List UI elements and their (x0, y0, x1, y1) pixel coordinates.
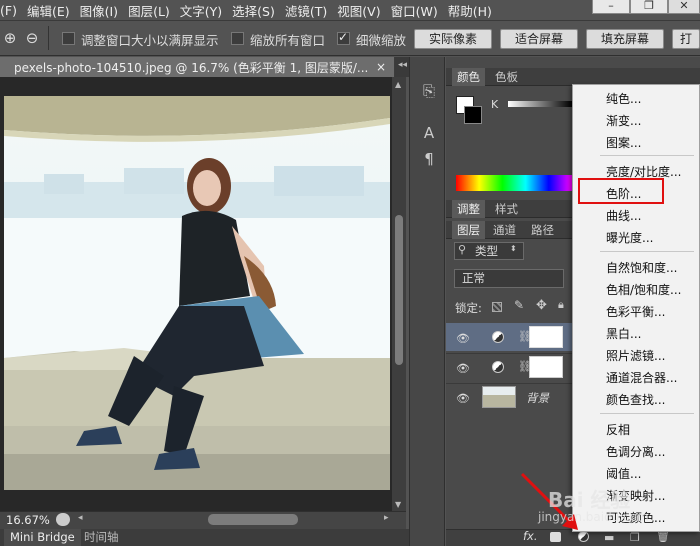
search-icon: ⚲ (458, 243, 467, 256)
layer-mask-thumb[interactable] (529, 326, 563, 348)
scrubby-zoom-checkbox[interactable] (337, 30, 350, 45)
horizontal-scroll-thumb[interactable] (208, 514, 298, 525)
scroll-up-icon[interactable]: ▲ (395, 80, 401, 89)
menu-filter[interactable]: 滤镜(T) (285, 1, 337, 20)
layer-mask-thumb[interactable] (529, 356, 563, 378)
eye-icon[interactable]: 👁︎ (456, 392, 472, 405)
close-window-button[interactable]: ✕ (668, 0, 700, 14)
color-channel-label: K (491, 98, 499, 111)
eye-icon[interactable]: 👁︎ (456, 362, 472, 375)
menu-item-invert[interactable]: 反相 (606, 421, 630, 438)
status-info-icon[interactable] (56, 513, 70, 526)
menu-item-channel-mixer[interactable]: 通道混合器... (606, 369, 677, 386)
tab-color[interactable]: 颜色 (452, 68, 485, 86)
menu-image[interactable]: 图像(I) (80, 1, 128, 20)
menu-view[interactable]: 视图(V) (337, 1, 390, 20)
document-photo[interactable] (4, 96, 390, 490)
paragraph-icon[interactable]: ¶ (418, 148, 440, 170)
actual-pixels-button[interactable]: 实际像素 (414, 29, 492, 49)
menu-item-color-lookup[interactable]: 颜色查找... (606, 391, 665, 408)
menu-separator (600, 251, 694, 252)
folder-icon[interactable]: ▬ (604, 531, 614, 544)
zoom-level[interactable]: 16.67% (6, 513, 50, 527)
layer-thumbnail (482, 386, 516, 408)
lock-paint-icon[interactable]: ✎ (514, 298, 524, 312)
bottom-panel-tabs: Mini Bridge 时间轴 (0, 529, 445, 546)
watermark-url: jingyan.baidu.com (538, 510, 649, 524)
tab-paths[interactable]: 路径 (526, 221, 559, 239)
lock-move-icon[interactable]: ✥ (536, 298, 547, 313)
lock-all-icon[interactable]: 🔒︎ (558, 298, 564, 312)
document-close-button[interactable]: × (376, 57, 392, 77)
chevron-down-icon: ⬍ (510, 244, 517, 253)
filter-kind-value: 类型 (475, 244, 498, 258)
tab-layers[interactable]: 图层 (452, 221, 485, 239)
collapse-panels-icon[interactable]: ◂◂ (398, 60, 407, 70)
menu-type[interactable]: 文字(Y) (180, 1, 232, 20)
print-size-button[interactable]: 打 (672, 29, 700, 49)
menu-item-threshold[interactable]: 阈值... (606, 465, 641, 482)
document-title: pexels-photo-104510.jpeg @ 16.7% (色彩平衡 1… (14, 61, 369, 75)
menu-item-posterize[interactable]: 色调分离... (606, 443, 665, 460)
minimize-button[interactable]: – (592, 0, 630, 14)
blend-mode-select[interactable]: 正常 (454, 269, 564, 288)
adjustment-layer-icon (492, 361, 504, 373)
menu-item-photo-filter[interactable]: 照片滤镜... (606, 347, 665, 364)
fit-screen-button[interactable]: 适合屏幕 (500, 29, 578, 49)
menu-layer[interactable]: 图层(L) (128, 1, 180, 20)
menu-item-color-balance[interactable]: 色彩平衡... (606, 303, 665, 320)
maximize-button[interactable]: ❐ (630, 0, 668, 14)
fill-screen-button[interactable]: 填充屏幕 (586, 29, 664, 49)
highlight-box (578, 178, 664, 204)
lock-transparent-icon[interactable] (492, 302, 502, 312)
tab-swatches[interactable]: 色板 (490, 68, 523, 86)
tab-timeline[interactable]: 时间轴 (78, 529, 125, 546)
vertical-scroll-thumb[interactable] (395, 215, 403, 365)
resize-window-checkbox[interactable] (62, 32, 75, 45)
zoom-out-icon[interactable]: ⊖ (22, 28, 42, 48)
menu-item-exposure[interactable]: 曝光度... (606, 229, 653, 246)
new-layer-icon[interactable]: ❐ (630, 531, 640, 544)
scroll-right-icon[interactable]: ▸ (384, 513, 389, 523)
menu-item-gradient[interactable]: 渐变... (606, 112, 641, 129)
menu-edit[interactable]: 编辑(E) (27, 1, 80, 20)
menu-help[interactable]: 帮助(H) (448, 1, 502, 20)
zoom-all-label: 缩放所有窗口 (250, 33, 326, 48)
zoom-all-checkbox[interactable] (231, 32, 244, 45)
zoom-in-icon[interactable]: ⊕ (0, 28, 20, 48)
history-icon[interactable]: ⎘ (418, 80, 440, 102)
scroll-left-icon[interactable]: ◂ (78, 513, 83, 523)
menu-item-solid-color[interactable]: 纯色... (606, 90, 641, 107)
menu-item-pattern[interactable]: 图案... (606, 134, 641, 151)
document-tab[interactable]: pexels-photo-104510.jpeg @ 16.7% (色彩平衡 1… (0, 57, 395, 77)
blend-mode-value: 正常 (462, 271, 485, 285)
scroll-down-icon[interactable]: ▼ (395, 500, 401, 509)
watermark-logo: Bai 经验 (548, 488, 631, 512)
tab-styles[interactable]: 样式 (490, 200, 523, 218)
background-swatch[interactable] (464, 106, 482, 124)
menu-window[interactable]: 窗口(W) (391, 1, 448, 20)
menu-item-black-white[interactable]: 黑白... (606, 325, 641, 342)
resize-window-label: 调整窗口大小以满屏显示 (81, 33, 219, 48)
menu-item-curves[interactable]: 曲线... (606, 207, 641, 224)
layer-name: 背景 (526, 391, 549, 405)
tab-mini-bridge[interactable]: Mini Bridge (4, 529, 81, 546)
menu-select[interactable]: 选择(S) (232, 1, 285, 20)
menu-separator (600, 155, 694, 156)
menu-separator (600, 413, 694, 414)
menu-item-vibrance[interactable]: 自然饱和度... (606, 259, 677, 276)
character-icon[interactable]: A (418, 122, 440, 144)
scrubby-zoom-label: 细微缩放 (356, 33, 407, 48)
eye-icon[interactable]: 👁︎ (456, 332, 472, 345)
menu-file[interactable]: (F) (0, 3, 27, 18)
color-spectrum[interactable] (456, 175, 572, 191)
menu-item-hue-saturation[interactable]: 色相/饱和度... (606, 281, 682, 298)
tab-adjustments[interactable]: 调整 (452, 200, 485, 218)
lock-label: 锁定: (455, 301, 482, 315)
k-slider[interactable] (508, 101, 572, 107)
adjustment-layer-icon (492, 331, 504, 343)
tab-channels[interactable]: 通道 (488, 221, 521, 239)
